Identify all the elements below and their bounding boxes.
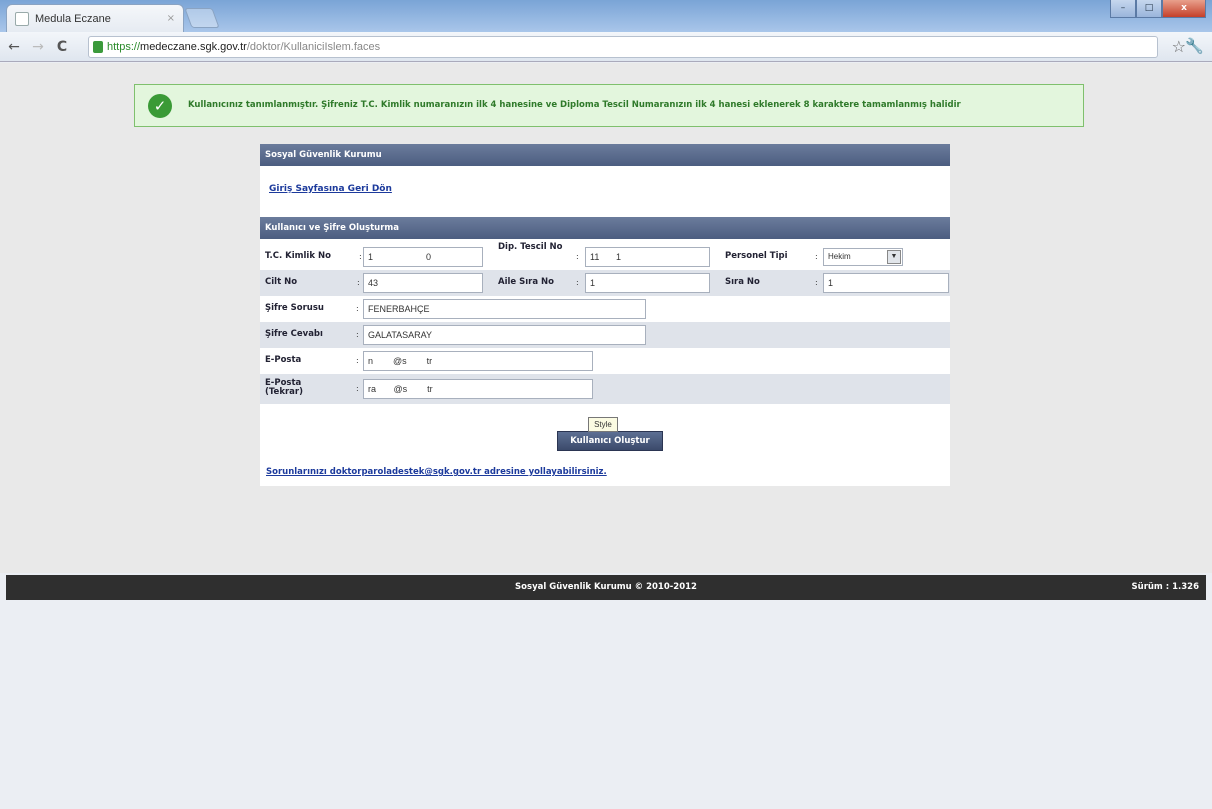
- personel-tipi-value: Hekim: [828, 252, 851, 261]
- browser-tab[interactable]: Medula Eczane ×: [6, 4, 184, 32]
- colon: :: [815, 278, 818, 287]
- success-message-text: Kullanıcınız tanımlanmıştır. Şifreniz T.…: [188, 100, 961, 110]
- cilt-no-label: Cilt No: [265, 277, 298, 287]
- sifre-sorusu-input[interactable]: FENERBAHÇE: [363, 299, 646, 319]
- check-icon: ✓: [148, 93, 172, 118]
- tab-title: Medula Eczane: [35, 12, 111, 25]
- form-row-email: E-Posta : n @s tr: [260, 348, 950, 374]
- tc-kimlik-value-2: 0: [426, 252, 432, 262]
- form-row-registry: Cilt No : 43 Aile Sıra No : 1 Sıra No : …: [260, 270, 950, 296]
- sifre-cevabi-label: Şifre Cevabı: [265, 329, 323, 339]
- minimize-button[interactable]: –: [1110, 0, 1136, 18]
- window-controls: – □ x: [1110, 0, 1206, 18]
- create-user-button[interactable]: Kullanıcı Oluştur: [557, 431, 663, 451]
- new-tab-button[interactable]: [184, 8, 220, 28]
- colon: :: [356, 304, 359, 313]
- dip-tescil-label: Dip. Tescil No: [498, 242, 563, 252]
- aile-sira-no-label: Aile Sıra No: [498, 277, 555, 287]
- section-header: Kullanıcı ve Şifre Oluşturma: [260, 217, 950, 239]
- eposta-label: E-Posta: [265, 355, 302, 365]
- eposta-input[interactable]: n @s tr: [363, 351, 593, 371]
- back-arrow-icon[interactable]: ←: [4, 39, 24, 55]
- eposta-tekrar-label: E-Posta (Tekrar): [265, 378, 303, 397]
- personel-tipi-select[interactable]: Hekim ▼: [823, 248, 903, 266]
- chevron-down-icon: ▼: [887, 250, 901, 264]
- tab-close-icon[interactable]: ×: [167, 13, 175, 24]
- colon: :: [357, 278, 360, 287]
- tc-kimlik-input[interactable]: 1 0: [363, 247, 483, 267]
- support-email-link[interactable]: Sorunlarınızı doktorparoladestek@sgk.gov…: [266, 467, 607, 477]
- tc-kimlik-value-1: 1: [368, 252, 374, 262]
- form-row-identity: T.C. Kimlik No : 1 0 Dip. Tescil No : 11…: [260, 242, 950, 270]
- colon: :: [356, 356, 359, 365]
- cilt-no-input[interactable]: 43: [363, 273, 483, 293]
- colon: :: [356, 330, 359, 339]
- bookmark-star-icon[interactable]: ☆: [1172, 37, 1186, 56]
- footer-copyright: Sosyal Güvenlik Kurumu © 2010-2012: [515, 582, 697, 592]
- colon: :: [356, 384, 359, 393]
- close-window-button[interactable]: x: [1162, 0, 1206, 18]
- dip-tescil-value-1: 11: [590, 252, 600, 262]
- page-favicon-icon: [15, 11, 29, 26]
- sira-no-input[interactable]: 1: [823, 273, 949, 293]
- form-row-answer: Şifre Cevabı : GALATASARAY: [260, 322, 950, 348]
- forward-arrow-icon[interactable]: →: [28, 39, 48, 55]
- maximize-button[interactable]: □: [1136, 0, 1162, 18]
- form-row-email-repeat: E-Posta (Tekrar) : ra @s tr: [260, 374, 950, 404]
- url-host: medeczane.sgk.gov.tr: [140, 41, 247, 53]
- aile-sira-no-input[interactable]: 1: [585, 273, 710, 293]
- dip-tescil-input[interactable]: 11 1: [585, 247, 710, 267]
- personel-tipi-label: Personel Tipi: [725, 251, 788, 261]
- url-path: /doktor/KullaniciIslem.faces: [246, 41, 381, 53]
- eposta-tekrar-input[interactable]: ra @s tr: [363, 379, 593, 399]
- colon: :: [576, 252, 579, 261]
- lock-icon: [93, 41, 103, 53]
- dip-tescil-value-2: 1: [616, 252, 622, 262]
- url-text[interactable]: https://medeczane.sgk.gov.tr/doktor/Kull…: [107, 41, 380, 53]
- panel-header: Sosyal Güvenlik Kurumu: [260, 144, 950, 166]
- reload-icon[interactable]: C: [52, 39, 72, 55]
- tc-kimlik-label: T.C. Kimlik No: [265, 251, 331, 261]
- sira-no-label: Sıra No: [725, 277, 760, 287]
- browser-toolbar: ← → C https://medeczane.sgk.gov.tr/dokto…: [0, 32, 1212, 62]
- address-bar[interactable]: https://medeczane.sgk.gov.tr/doktor/Kull…: [88, 36, 1158, 58]
- page-content: ✓ Kullanıcınız tanımlanmıştır. Şifreniz …: [0, 63, 1212, 809]
- url-scheme: https://: [107, 41, 141, 53]
- back-to-login-link[interactable]: Giriş Sayfasına Geri Dön: [269, 184, 950, 194]
- success-message: ✓ Kullanıcınız tanımlanmıştır. Şifreniz …: [134, 84, 1084, 127]
- colon: :: [576, 278, 579, 287]
- page-footer: Sosyal Güvenlik Kurumu © 2010-2012 Sürüm…: [6, 575, 1206, 600]
- wrench-icon[interactable]: 🔧: [1185, 37, 1204, 55]
- sifre-sorusu-label: Şifre Sorusu: [265, 303, 324, 313]
- form-row-question: Şifre Sorusu : FENERBAHÇE: [260, 296, 950, 322]
- colon: :: [815, 252, 818, 261]
- colon: :: [359, 252, 362, 261]
- sifre-cevabi-input[interactable]: GALATASARAY: [363, 325, 646, 345]
- footer-version: Sürüm : 1.326: [1131, 582, 1199, 592]
- user-form-panel: Sosyal Güvenlik Kurumu Giriş Sayfasına G…: [260, 144, 950, 486]
- browser-titlebar: Medula Eczane × – □ x: [0, 0, 1212, 32]
- style-tooltip: Style: [588, 417, 618, 432]
